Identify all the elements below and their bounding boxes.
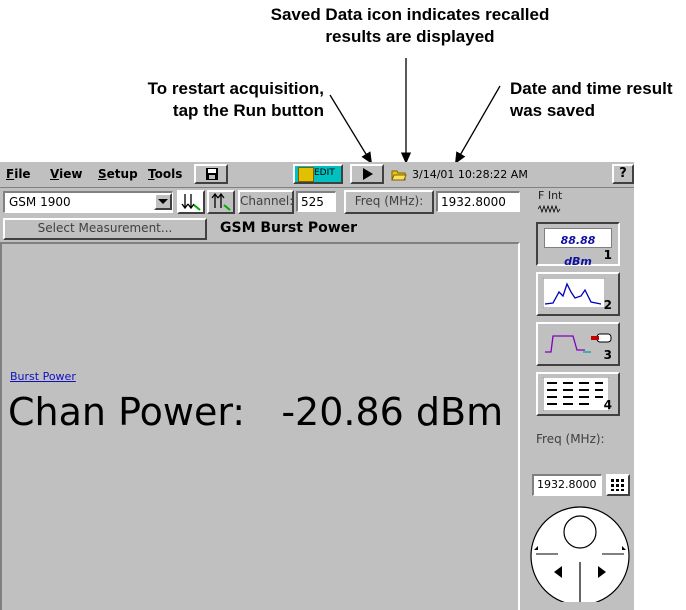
view-number: 3 — [603, 348, 612, 362]
menu-file[interactable]: File — [6, 167, 31, 181]
standard-dropdown-value: GSM 1900 — [9, 195, 71, 209]
channel-label: Channel: — [240, 194, 294, 208]
f-int-indicator[interactable]: F Int — [538, 189, 578, 215]
edit-button[interactable]: EDIT — [293, 164, 343, 184]
floppy-disk-icon — [206, 168, 218, 180]
trigger-down-icon — [181, 194, 201, 211]
menu-tools[interactable]: Tools — [148, 167, 182, 181]
trigger-down-button[interactable] — [177, 190, 205, 214]
measurement-display-panel: Burst Power Chan Power: -20.86 dBm — [0, 242, 520, 610]
side-freq-input[interactable]: 1932.8000 — [532, 474, 602, 496]
date-callout-arrow — [454, 85, 501, 165]
side-freq-label: Freq (MHz): — [536, 432, 605, 446]
chan-power-value: -20.86 dBm — [281, 390, 504, 434]
dropdown-arrow-button[interactable] — [154, 193, 172, 210]
standard-dropdown[interactable]: GSM 1900 — [3, 191, 173, 213]
freq-label-button[interactable]: Freq (MHz): — [344, 190, 434, 214]
callout-arrows — [329, 58, 501, 165]
channel-value: 525 — [301, 195, 324, 209]
select-measurement-button[interactable]: Select Measurement... — [3, 218, 207, 240]
measurement-title: GSM Burst Power — [220, 220, 358, 236]
trigger-up-icon — [211, 193, 231, 211]
view-button-readout[interactable]: 88.88 dBm 1 — [536, 222, 620, 268]
burst-power-link[interactable]: Burst Power — [10, 370, 76, 383]
saved-data-folder-icon — [391, 170, 407, 181]
run-callout-arrow — [329, 94, 373, 165]
channel-label-button[interactable]: Channel: — [238, 190, 294, 214]
rotary-knob-control[interactable] — [528, 502, 632, 602]
waveform-icon — [538, 205, 561, 213]
run-button[interactable] — [350, 164, 384, 184]
keypad-button[interactable] — [606, 474, 630, 496]
saved-timestamp: 3/14/01 10:28:22 AM — [412, 168, 528, 181]
menu-setup[interactable]: Setup — [98, 167, 138, 181]
menu-view[interactable]: View — [50, 167, 82, 181]
f-int-label: F Int — [538, 189, 563, 202]
select-measurement-label: Select Measurement... — [37, 221, 173, 235]
keypad-icon — [611, 479, 624, 491]
edit-button-label: EDIT — [314, 168, 335, 178]
table-view-icon — [543, 377, 609, 411]
controls-toolbar: GSM 1900 Channel: 525 Freq (MHz): 1932.8… — [0, 188, 634, 216]
spectrum-view-icon — [543, 278, 605, 308]
freq-value: 1932.8000 — [441, 195, 506, 209]
readout-view-text: 88.88 dBm — [560, 234, 596, 268]
menu-bar: File View Setup Tools EDIT 3/14/01 10:28… — [0, 162, 634, 188]
play-icon — [363, 168, 373, 180]
chevron-down-icon — [158, 199, 168, 204]
freq-input[interactable]: 1932.8000 — [436, 191, 520, 212]
help-button[interactable]: ? — [612, 164, 634, 184]
view-button-burst[interactable]: 3 — [536, 322, 620, 366]
side-freq-value: 1932.8000 — [537, 478, 597, 491]
view-button-spectrum[interactable]: 2 — [536, 272, 620, 316]
chan-power-label: Chan Power: — [8, 390, 246, 434]
edit-icon — [298, 167, 314, 182]
view-button-table[interactable]: 4 — [536, 372, 620, 416]
view-number: 1 — [603, 248, 612, 262]
view-number: 2 — [603, 298, 612, 312]
analyzer-app-window: File View Setup Tools EDIT 3/14/01 10:28… — [0, 162, 634, 610]
channel-input[interactable]: 525 — [296, 191, 336, 212]
chan-power-readout: Chan Power: -20.86 dBm — [8, 390, 503, 434]
view-number: 4 — [603, 398, 612, 412]
readout-view-icon: 88.88 dBm — [544, 228, 612, 268]
help-icon: ? — [619, 166, 627, 181]
burst-view-icon — [545, 333, 612, 353]
freq-label: Freq (MHz): — [354, 194, 424, 208]
save-button[interactable] — [194, 164, 228, 184]
trigger-up-button[interactable] — [207, 190, 235, 214]
